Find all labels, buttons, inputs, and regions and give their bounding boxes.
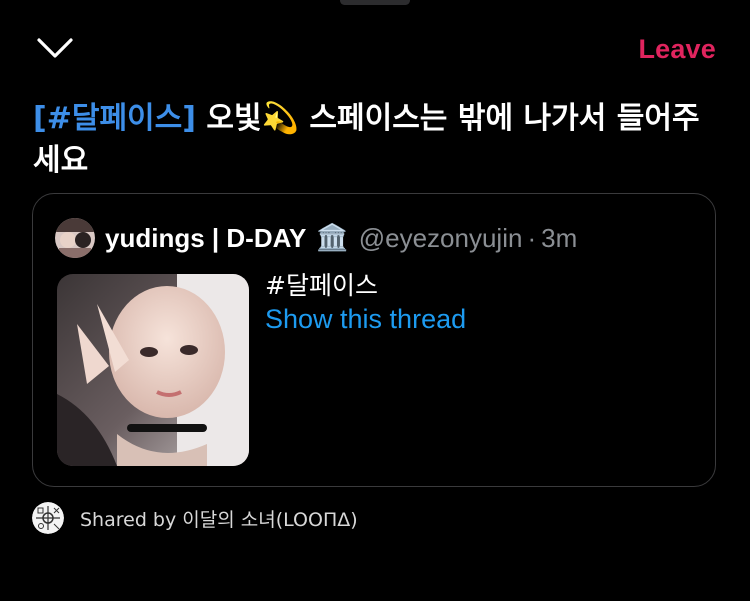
space-title: [#달페이스] 오빛💫 스페이스는 밖에 나가서 들어주세요	[33, 98, 723, 182]
shared-tweet-card[interactable]: yudings | D-DAY 🏛️ @eyezonyujin · 3m #달페…	[32, 193, 716, 487]
show-thread-link[interactable]: Show this thread	[265, 302, 466, 336]
display-name[interactable]: yudings | D-DAY	[105, 223, 306, 254]
space-title-hashtag[interactable]: [#달페이스]	[33, 101, 196, 136]
tweet-text[interactable]: #달페이스	[265, 270, 378, 302]
tweet-media-thumbnail[interactable]	[57, 274, 249, 466]
sheet-grabber[interactable]	[340, 0, 410, 5]
chevron-down-icon	[37, 38, 73, 58]
shared-by-row: Shared by 이달의 소녀(LOOΠΔ)	[32, 501, 358, 535]
tweet-timestamp: 3m	[541, 222, 578, 253]
separator-dot: ·	[527, 222, 537, 253]
user-handle[interactable]: @eyezonyujin	[359, 223, 523, 254]
collapse-button[interactable]	[34, 32, 76, 64]
shared-by-label: Shared by 이달의 소녀(LOOΠΔ)	[80, 508, 358, 531]
building-emoji: 🏛️	[316, 223, 349, 253]
shared-by-avatar[interactable]	[32, 502, 64, 534]
space-sheet: Leave [#달페이스] 오빛💫 스페이스는 밖에 나가서 들어주세요 yud…	[0, 0, 750, 601]
avatar[interactable]	[55, 218, 95, 258]
leave-button[interactable]: Leave	[638, 34, 716, 65]
tweet-header: yudings | D-DAY 🏛️ @eyezonyujin · 3m	[55, 216, 577, 260]
